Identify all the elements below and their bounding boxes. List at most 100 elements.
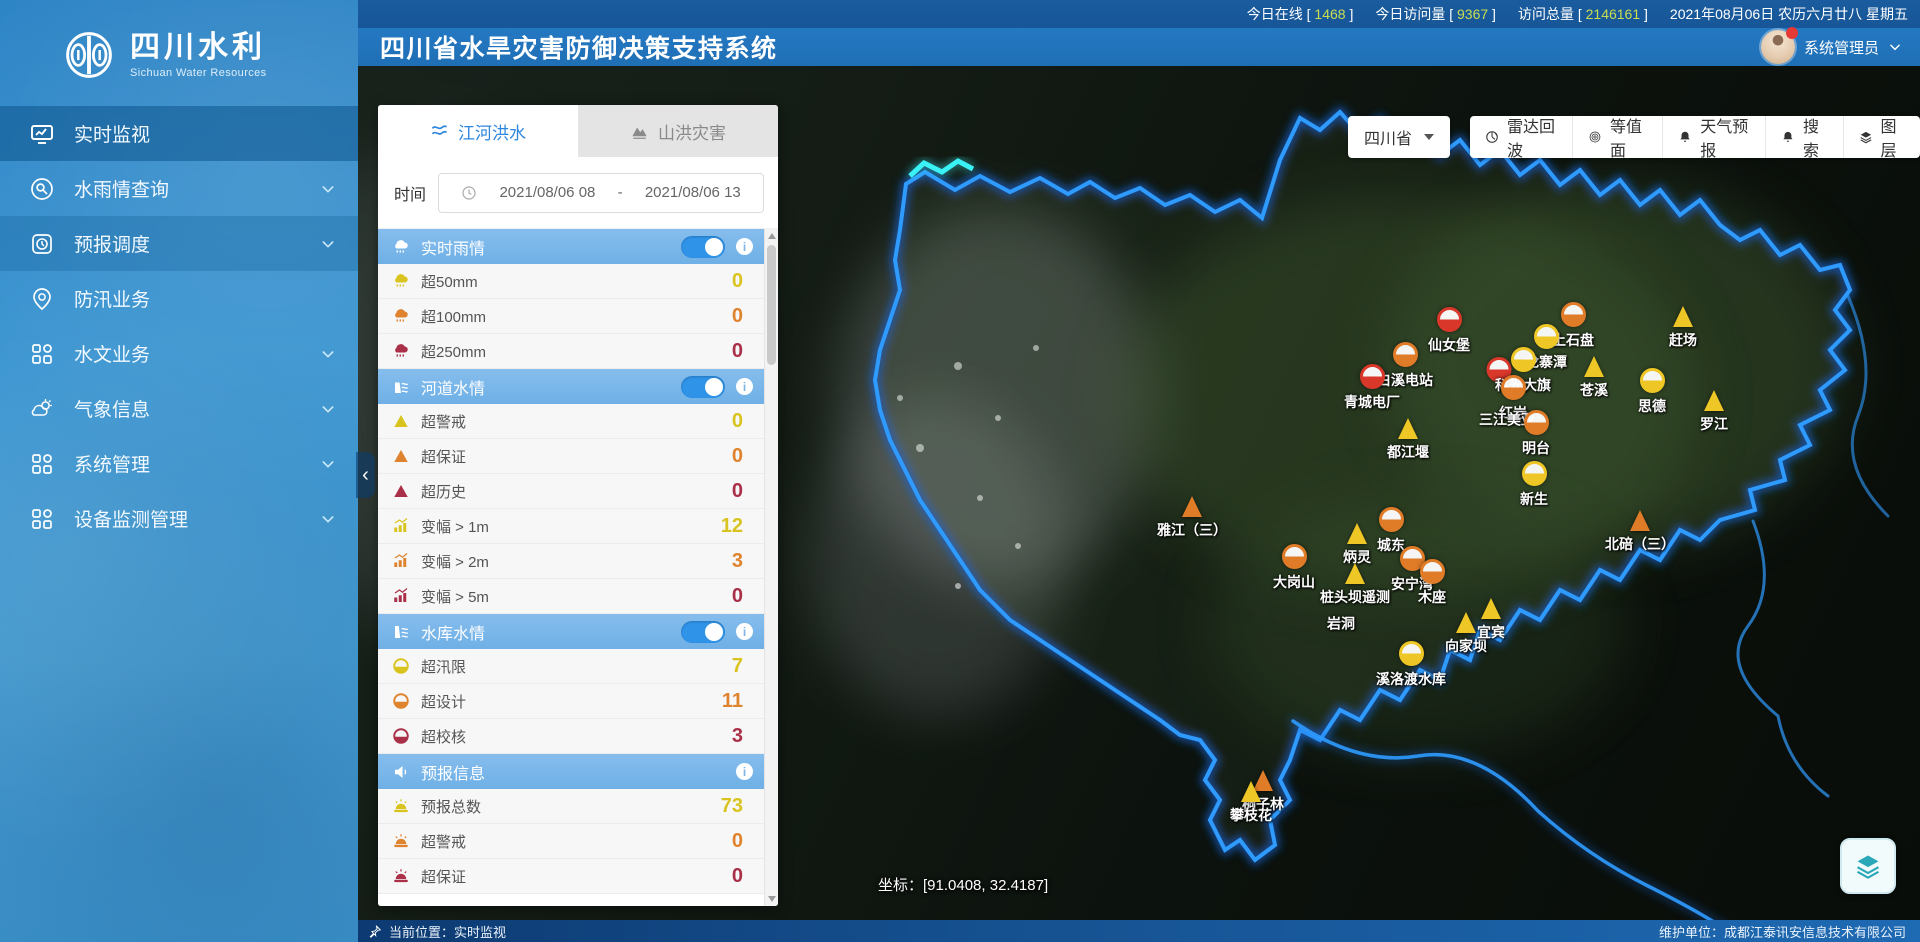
sidebar-item[interactable]: 预报调度 [0, 216, 358, 271]
map-marker[interactable]: 桩头坝遥测 [1320, 563, 1390, 607]
scroll-up-icon[interactable] [765, 229, 778, 243]
toolbar-button[interactable]: 雷达回波 [1470, 116, 1572, 158]
circle-marker-icon [1501, 375, 1526, 400]
sidebar-item[interactable]: 设备监测管理 [0, 491, 358, 546]
alarm-icon [392, 867, 410, 885]
tab-mountain-flood[interactable]: 山洪灾害 [578, 105, 778, 157]
stat-row[interactable]: 超250mm0 [378, 334, 765, 369]
chevron-down-icon [320, 511, 336, 527]
map-marker[interactable]: 青城电厂 [1344, 364, 1400, 412]
basemap-button[interactable] [1840, 838, 1896, 894]
chevron-down-icon [320, 236, 336, 252]
stat-row-value: 0 [732, 270, 743, 293]
stat-row[interactable]: 超警戒0 [378, 824, 765, 859]
triangle-marker-icon [1456, 612, 1476, 633]
toggle-switch[interactable] [681, 236, 725, 258]
stat-row[interactable]: 超设计11 [378, 684, 765, 719]
map-marker[interactable]: 炳灵 [1343, 523, 1371, 567]
map-marker[interactable]: 罗江 [1700, 390, 1728, 434]
map-marker[interactable]: 溪洛渡水库 [1376, 641, 1446, 689]
toolbar-button[interactable]: 图层 [1843, 116, 1920, 158]
toggle-switch[interactable] [681, 621, 725, 643]
sidebar-item[interactable]: 水文业务 [0, 326, 358, 381]
current-location-label: 当前位置：实时监视 [389, 922, 506, 941]
stat-value: 2146161 [1586, 6, 1641, 22]
region-selector[interactable]: 四川省 [1348, 116, 1450, 158]
map-marker[interactable]: 木座 [1418, 559, 1446, 607]
stat-row[interactable]: 超警戒0 [378, 404, 765, 439]
visit-stat: 今日在线 [ 1468 ] [1247, 4, 1354, 24]
toolbar-button[interactable]: 天气预报 [1662, 116, 1765, 158]
map-marker[interactable]: 都江堰 [1387, 418, 1429, 462]
stat-row-label: 超汛限 [421, 656, 732, 677]
map-marker[interactable]: 北碚（三） [1605, 510, 1675, 554]
map-marker[interactable]: 苍溪 [1580, 356, 1608, 400]
sidebar-collapse-button[interactable]: ‹ [356, 452, 375, 498]
sidebar-item[interactable]: 防汛业务 [0, 271, 358, 326]
sidebar-item[interactable]: 气象信息 [0, 381, 358, 436]
map-marker[interactable]: 宜宾 [1477, 598, 1505, 642]
sidebar-item-label: 设备监测管理 [74, 505, 320, 532]
stat-row[interactable]: 超100mm0 [378, 299, 765, 334]
stat-row[interactable]: 超50mm0 [378, 264, 765, 299]
section-title: 水库水情 [421, 620, 681, 644]
stat-row-label: 超警戒 [421, 411, 732, 432]
triangle-marker-icon [1704, 390, 1724, 411]
scroll-down-icon[interactable] [765, 892, 778, 906]
chevron-down-icon [320, 456, 336, 472]
info-icon[interactable]: i [736, 378, 753, 395]
user-menu[interactable]: 系统管理员 [1761, 30, 1902, 64]
time-range-input[interactable]: 2021/08/06 08 - 2021/08/06 13 [438, 173, 764, 213]
info-icon[interactable]: i [736, 623, 753, 640]
map-marker[interactable]: 赶场 [1669, 306, 1697, 350]
alarm-icon [392, 797, 410, 815]
toolbar-button[interactable]: 搜索 [1765, 116, 1842, 158]
map-marker[interactable]: 新生 [1520, 461, 1548, 509]
sidebar-item[interactable]: 实时监视 [0, 106, 358, 161]
stat-label: 今日访问量 [ [1375, 6, 1457, 22]
info-icon[interactable]: i [736, 238, 753, 255]
triangle-marker-icon [1584, 356, 1604, 377]
scrollbar[interactable] [764, 229, 778, 906]
info-icon[interactable]: i [736, 763, 753, 780]
stat-row[interactable]: 预报总数73 [378, 789, 765, 824]
chart-icon [392, 587, 410, 605]
map-marker[interactable]: 仙女堡 [1428, 307, 1470, 355]
map-marker[interactable]: 岩洞 [1327, 611, 1355, 634]
map-marker[interactable]: 明台 [1522, 410, 1550, 458]
marker-label: 罗江 [1700, 414, 1728, 434]
toggle-switch[interactable] [681, 376, 725, 398]
region-selector-label: 四川省 [1364, 125, 1412, 149]
stat-row[interactable]: 超保证0 [378, 439, 765, 474]
map-marker[interactable]: 大岗山 [1273, 544, 1315, 592]
map-marker[interactable]: 攀枝花 [1230, 781, 1272, 825]
stat-row[interactable]: 超保证0 [378, 859, 765, 894]
clock-icon [461, 185, 477, 201]
map-marker[interactable]: 思德 [1638, 368, 1666, 416]
circle-marker-icon [1379, 507, 1404, 532]
stat-row[interactable]: 变幅 > 5m0 [378, 579, 765, 614]
tab-river-flood[interactable]: 江河洪水 [378, 105, 578, 157]
circle-marker-icon [1282, 544, 1307, 569]
marker-label: 岩洞 [1327, 614, 1355, 634]
map-canvas[interactable]: 仙女堡上石盘龙寨潭赶场苍溪思德罗江白溪电站青城电厂科光大旗红岩三江美亚明台都江堰… [358, 66, 1920, 920]
page-title: 四川省水旱灾害防御决策支持系统 [380, 29, 778, 65]
scrollbar-thumb[interactable] [767, 245, 776, 365]
stat-row-value: 73 [721, 795, 743, 818]
sidebar-item[interactable]: 系统管理 [0, 436, 358, 491]
marker-label: 大岗山 [1273, 572, 1315, 592]
map-marker[interactable]: 雅江（三） [1157, 496, 1227, 540]
stat-row-value: 0 [732, 445, 743, 468]
stat-row[interactable]: 超汛限7 [378, 649, 765, 684]
stat-row[interactable]: 变幅 > 1m12 [378, 509, 765, 544]
stat-row[interactable]: 超历史0 [378, 474, 765, 509]
logo-title: 四川水利 [130, 31, 267, 64]
sidebar-item[interactable]: 水雨情查询 [0, 161, 358, 216]
stat-row[interactable]: 超校核3 [378, 719, 765, 754]
triangle-icon [392, 412, 410, 430]
triangle-marker-icon [1241, 781, 1261, 802]
toolbar-button[interactable]: 等值面 [1572, 116, 1662, 158]
stat-row[interactable]: 变幅 > 2m3 [378, 544, 765, 579]
circle-marker-icon [1522, 461, 1547, 486]
app: 仙女堡上石盘龙寨潭赶场苍溪思德罗江白溪电站青城电厂科光大旗红岩三江美亚明台都江堰… [0, 0, 1920, 942]
